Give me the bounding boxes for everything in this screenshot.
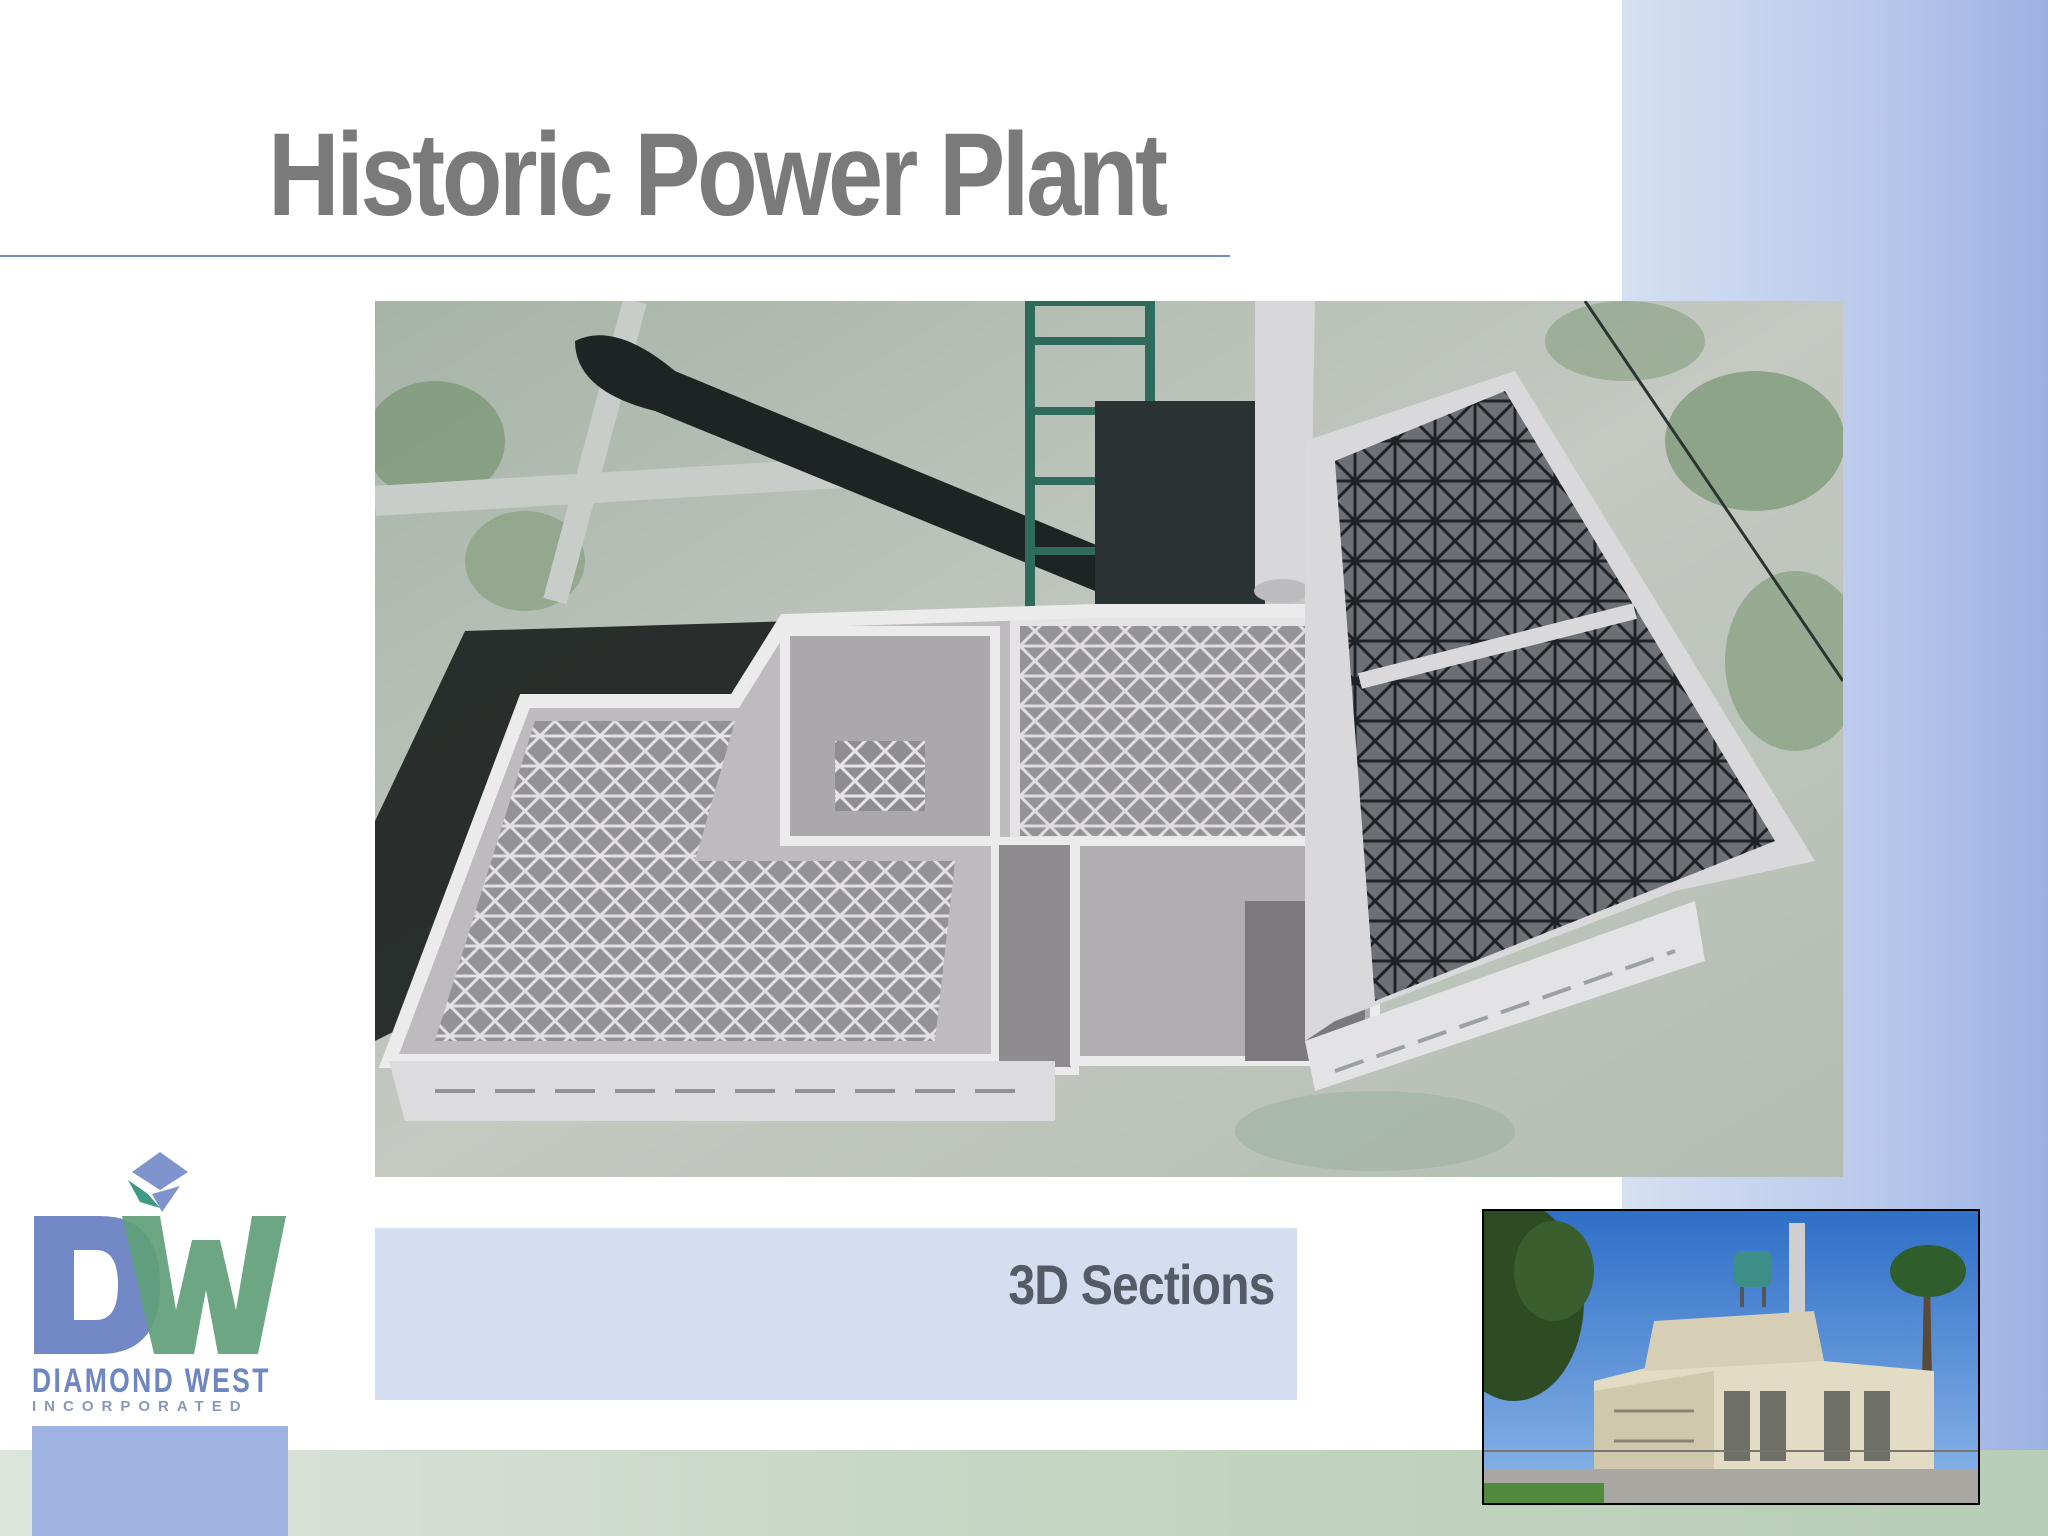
title-underline [0,255,1230,257]
power-plant-photo [1482,1209,1980,1505]
slide-title: Historic Power Plant [268,109,1168,241]
caption-text: 3D Sections [1008,1253,1276,1316]
power-plant-photo-icon [1484,1211,1978,1503]
caption-box: 3D Sections [375,1228,1297,1400]
logo-company-subtitle: INCORPORATED [32,1398,249,1415]
company-logo: DIAMOND WEST INCORPORATED [30,1150,286,1420]
main-3d-section-image [375,301,1843,1177]
diamond-west-logo-icon [34,1152,286,1354]
3d-section-render-icon [375,301,1843,1177]
logo-color-block [32,1426,288,1536]
logo-company-name: DIAMOND WEST [32,1362,271,1400]
